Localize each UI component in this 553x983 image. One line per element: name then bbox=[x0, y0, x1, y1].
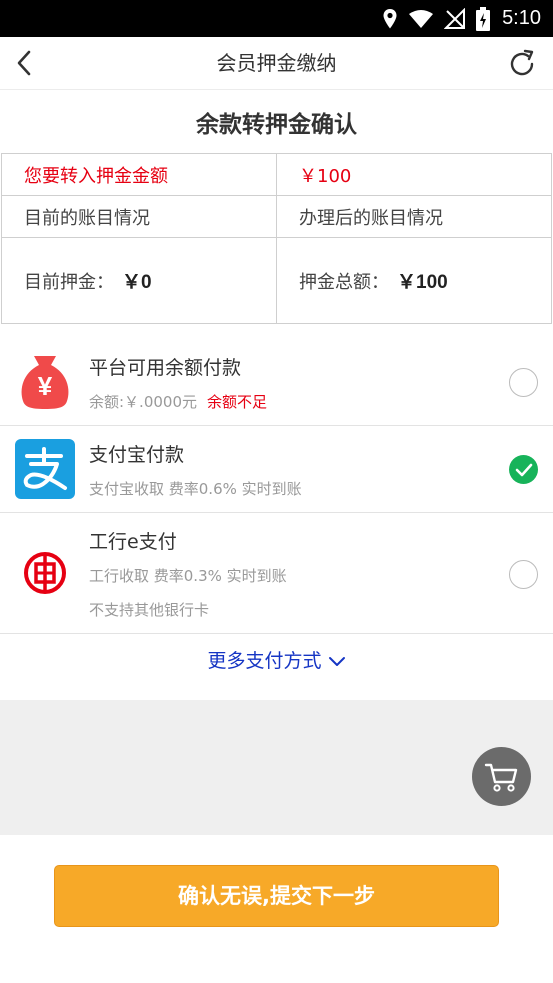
radio-selected[interactable] bbox=[509, 455, 538, 484]
status-time: 5:10 bbox=[502, 7, 541, 29]
submit-button[interactable]: 确认无误,提交下一步 bbox=[54, 865, 499, 927]
payment-method-list: ¥ 平台可用余额付款 余额:￥.0000元 余额不足 支付宝付款 支付宝收取 费率… bbox=[0, 339, 553, 634]
checkmark-icon bbox=[515, 463, 532, 476]
payment-option-name: 平台可用余额付款 bbox=[89, 357, 242, 379]
refresh-button[interactable] bbox=[501, 43, 543, 85]
spacer-area bbox=[0, 700, 553, 835]
wifi-icon bbox=[409, 9, 434, 28]
no-signal-icon bbox=[444, 7, 466, 29]
radio-unselected[interactable] bbox=[509, 560, 538, 589]
transfer-amount: ￥100 bbox=[276, 153, 552, 196]
shopping-cart-icon bbox=[484, 763, 517, 792]
page-title: 会员押金缴纳 bbox=[216, 51, 337, 75]
header-row: 目前的账目情况 办理后的账目情况 bbox=[1, 195, 552, 238]
balance-amount: 余额:￥.0000元 bbox=[89, 393, 197, 411]
payment-option-icbc[interactable]: 工行e支付 工行收取 费率0.3% 实时到账 不支持其他银行卡 bbox=[0, 513, 553, 634]
svg-text:¥: ¥ bbox=[38, 371, 53, 401]
transfer-row: 您要转入押金金额 ￥100 bbox=[1, 153, 552, 196]
current-deposit-label: 目前押金： bbox=[24, 272, 114, 293]
total-deposit-cell: 押金总额： ￥100 bbox=[276, 237, 552, 324]
current-accounts-header: 目前的账目情况 bbox=[1, 195, 277, 238]
payment-option-desc: 余额:￥.0000元 余额不足 bbox=[89, 391, 267, 412]
back-button[interactable] bbox=[4, 43, 44, 83]
chevron-left-icon bbox=[17, 50, 31, 76]
payment-option-note: 不支持其他银行卡 bbox=[89, 601, 210, 619]
payment-option-alipay[interactable]: 支付宝付款 支付宝收取 费率0.6% 实时到账 bbox=[0, 426, 553, 513]
payment-option-name: 工行e支付 bbox=[89, 531, 177, 553]
deposit-info-table: 您要转入押金金额 ￥100 目前的账目情况 办理后的账目情况 目前押金： ￥0 押… bbox=[1, 153, 552, 324]
total-deposit-label: 押金总额： bbox=[299, 272, 389, 293]
current-deposit-cell: 目前押金： ￥0 bbox=[1, 237, 277, 324]
more-payment-methods-link[interactable]: 更多支付方式 bbox=[0, 635, 553, 698]
current-deposit-value: ￥0 bbox=[122, 272, 152, 293]
payment-option-desc: 支付宝收取 费率0.6% 实时到账 bbox=[89, 480, 302, 498]
total-deposit-value: ￥100 bbox=[397, 272, 448, 293]
app-bar: 会员押金缴纳 bbox=[0, 37, 553, 90]
refresh-icon bbox=[510, 49, 534, 76]
deposit-values-row: 目前押金： ￥0 押金总额： ￥100 bbox=[1, 237, 552, 324]
payment-option-balance[interactable]: ¥ 平台可用余额付款 余额:￥.0000元 余额不足 bbox=[0, 339, 553, 426]
status-icons: 5:10 bbox=[382, 0, 541, 37]
radio-unselected[interactable] bbox=[509, 368, 538, 397]
section-title: 余款转押金确认 bbox=[196, 112, 357, 138]
status-bar: 5:10 bbox=[0, 0, 553, 37]
chevron-down-icon bbox=[328, 656, 345, 666]
after-accounts-header: 办理后的账目情况 bbox=[276, 195, 552, 238]
insufficient-balance-warning: 余额不足 bbox=[207, 393, 268, 411]
location-icon bbox=[383, 8, 397, 28]
money-bag-icon: ¥ bbox=[21, 356, 69, 409]
alipay-icon bbox=[15, 439, 75, 499]
payment-option-name: 支付宝付款 bbox=[89, 444, 185, 466]
battery-charging-icon bbox=[476, 6, 491, 31]
icbc-icon bbox=[24, 552, 66, 594]
cart-button[interactable] bbox=[472, 747, 531, 806]
transfer-label: 您要转入押金金额 bbox=[1, 153, 277, 196]
payment-option-desc: 工行收取 费率0.3% 实时到账 bbox=[89, 567, 287, 585]
more-payment-label: 更多支付方式 bbox=[207, 650, 322, 672]
